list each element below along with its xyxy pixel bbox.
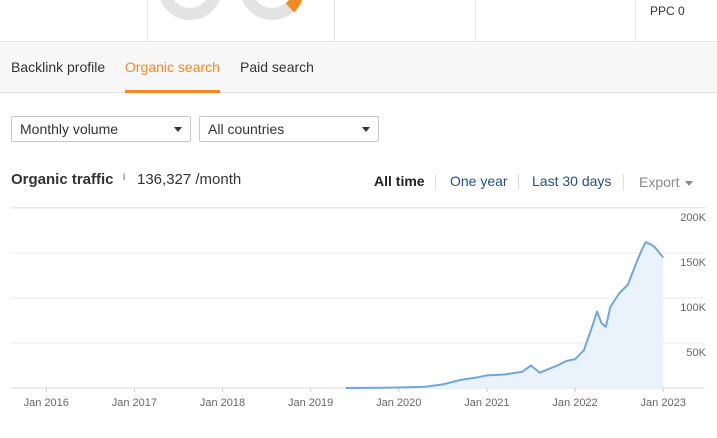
section-tabs: Backlink profile Organic search Paid sea… — [0, 43, 717, 93]
y-tick-label: 50K — [686, 347, 706, 359]
x-tick-label: Jan 2023 — [641, 397, 686, 409]
range-divider — [435, 174, 436, 190]
chart-title: Organic traffic — [11, 171, 114, 188]
chevron-down-icon — [685, 180, 694, 186]
range-last-30-days[interactable]: Last 30 days — [532, 173, 611, 189]
volume-select-value: Monthly volume — [20, 121, 119, 137]
range-divider — [518, 174, 519, 190]
donut-orange-arc — [285, 0, 303, 13]
x-tick-label: Jan 2019 — [288, 397, 333, 409]
y-tick-label: 150K — [680, 257, 706, 269]
export-label: Export — [639, 174, 680, 190]
ppc-label: PPC 0 — [650, 4, 685, 18]
metric-divider — [635, 0, 636, 42]
x-tick-label: Jan 2016 — [24, 397, 69, 409]
x-tick-label: Jan 2022 — [552, 397, 597, 409]
export-button[interactable]: Export — [639, 174, 694, 190]
series-area — [345, 242, 664, 388]
traffic-value: 136,327 /month — [137, 171, 242, 188]
metrics-strip: PPC 0 — [0, 0, 717, 42]
x-tick-label: Jan 2018 — [200, 397, 245, 409]
volume-select[interactable]: Monthly volume — [11, 116, 191, 142]
donut-icons — [160, 0, 303, 20]
range-divider — [623, 174, 624, 190]
metric-divider — [475, 0, 476, 42]
donut-charts — [160, 0, 320, 42]
y-tick-label: 100K — [680, 302, 706, 314]
x-tick-label: Jan 2020 — [376, 397, 421, 409]
countries-select[interactable]: All countries — [199, 116, 379, 142]
x-tick-label: Jan 2021 — [464, 397, 509, 409]
y-tick-label: 200K — [680, 212, 706, 224]
organic-traffic-chart: 50K 100K 150K 200K Jan 2016 Jan 2017 Jan 2018 J… — [11, 208, 707, 409]
metric-divider — [147, 0, 148, 42]
x-tick-label: Jan 2017 — [112, 397, 157, 409]
info-icon[interactable]: i — [123, 172, 125, 183]
tab-organic-search[interactable]: Organic search — [125, 43, 220, 93]
countries-select-value: All countries — [208, 121, 285, 137]
metric-divider — [334, 0, 335, 42]
chevron-down-icon — [362, 127, 370, 132]
range-one-year[interactable]: One year — [450, 173, 508, 189]
range-all-time[interactable]: All time — [374, 173, 425, 189]
tab-backlink-profile[interactable]: Backlink profile — [11, 43, 105, 93]
donut-gray — [160, 0, 220, 20]
chevron-down-icon — [174, 127, 182, 132]
tab-paid-search[interactable]: Paid search — [240, 43, 314, 93]
